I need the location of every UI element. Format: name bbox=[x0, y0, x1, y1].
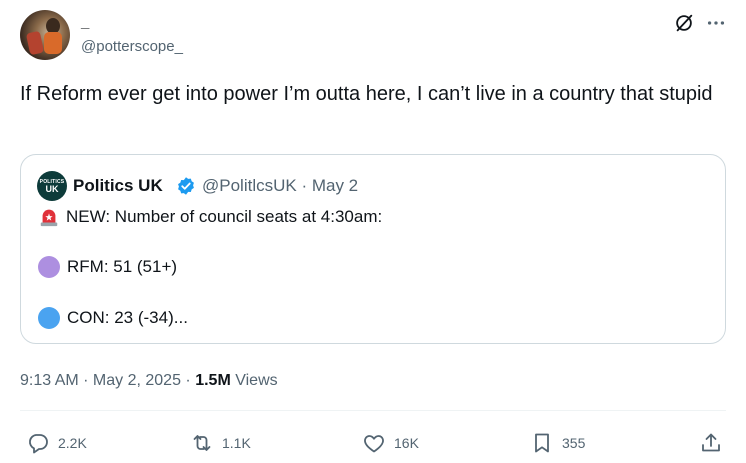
quote-headline-text: NEW: Number of council seats at 4:30am: bbox=[66, 207, 383, 226]
like-button[interactable]: 16K bbox=[362, 430, 419, 456]
grok-icon[interactable] bbox=[673, 12, 695, 34]
author-display-name[interactable]: _ bbox=[81, 13, 89, 33]
reply-icon bbox=[29, 434, 48, 454]
action-divider bbox=[20, 410, 726, 411]
purple-circle-icon bbox=[38, 256, 60, 278]
quote-line-rfm: RFM: 51 (51+) bbox=[38, 256, 177, 278]
tweet-meta: 9:13 AM · May 2, 2025 · 1.5M Views bbox=[20, 370, 278, 392]
views-count: 1.5M bbox=[195, 372, 231, 389]
bookmark-count: 355 bbox=[562, 435, 586, 451]
author-avatar[interactable] bbox=[20, 10, 70, 60]
repost-icon bbox=[193, 435, 211, 451]
more-icon[interactable] bbox=[705, 12, 727, 34]
blue-circle-icon bbox=[38, 307, 60, 329]
bookmark-icon bbox=[535, 433, 549, 453]
quote-line-headline: NEW: Number of council seats at 4:30am: bbox=[38, 206, 382, 228]
like-count: 16K bbox=[394, 435, 419, 451]
author-handle[interactable]: @potterscope_ bbox=[81, 37, 183, 57]
tweet-timestamp[interactable]: 9:13 AM · May 2, 2025 · bbox=[20, 372, 195, 389]
bookmark-button[interactable]: 355 bbox=[530, 430, 585, 456]
rfm-seats-text: RFM: 51 (51+) bbox=[67, 257, 178, 276]
quoted-author-handle-date: @PolitlcsUK · May 2 bbox=[202, 176, 359, 195]
quote-line-con: CON: 23 (-34)... bbox=[38, 307, 188, 329]
quoted-author-avatar[interactable]: POLITICS UK bbox=[37, 171, 67, 201]
reply-count: 2.2K bbox=[58, 435, 87, 451]
views-label: Views bbox=[230, 372, 278, 389]
siren-icon bbox=[40, 209, 58, 227]
share-icon bbox=[702, 433, 720, 452]
tweet-text: If Reform ever get into power I’m outta … bbox=[20, 83, 713, 105]
repost-button[interactable]: 1.1K bbox=[190, 430, 251, 456]
quoted-tweet[interactable]: POLITICS UK Politics UK @PolitlcsUK · Ma… bbox=[20, 154, 726, 344]
like-icon bbox=[364, 435, 384, 453]
share-button[interactable] bbox=[699, 430, 723, 456]
avatar-text-bottom: UK bbox=[45, 184, 59, 194]
quoted-author-name[interactable]: Politics UK bbox=[73, 175, 163, 197]
repost-count: 1.1K bbox=[222, 435, 251, 451]
verified-icon bbox=[178, 177, 194, 195]
reply-button[interactable]: 2.2K bbox=[26, 430, 87, 456]
con-seats-text: CON: 23 (-34)... bbox=[67, 308, 188, 327]
